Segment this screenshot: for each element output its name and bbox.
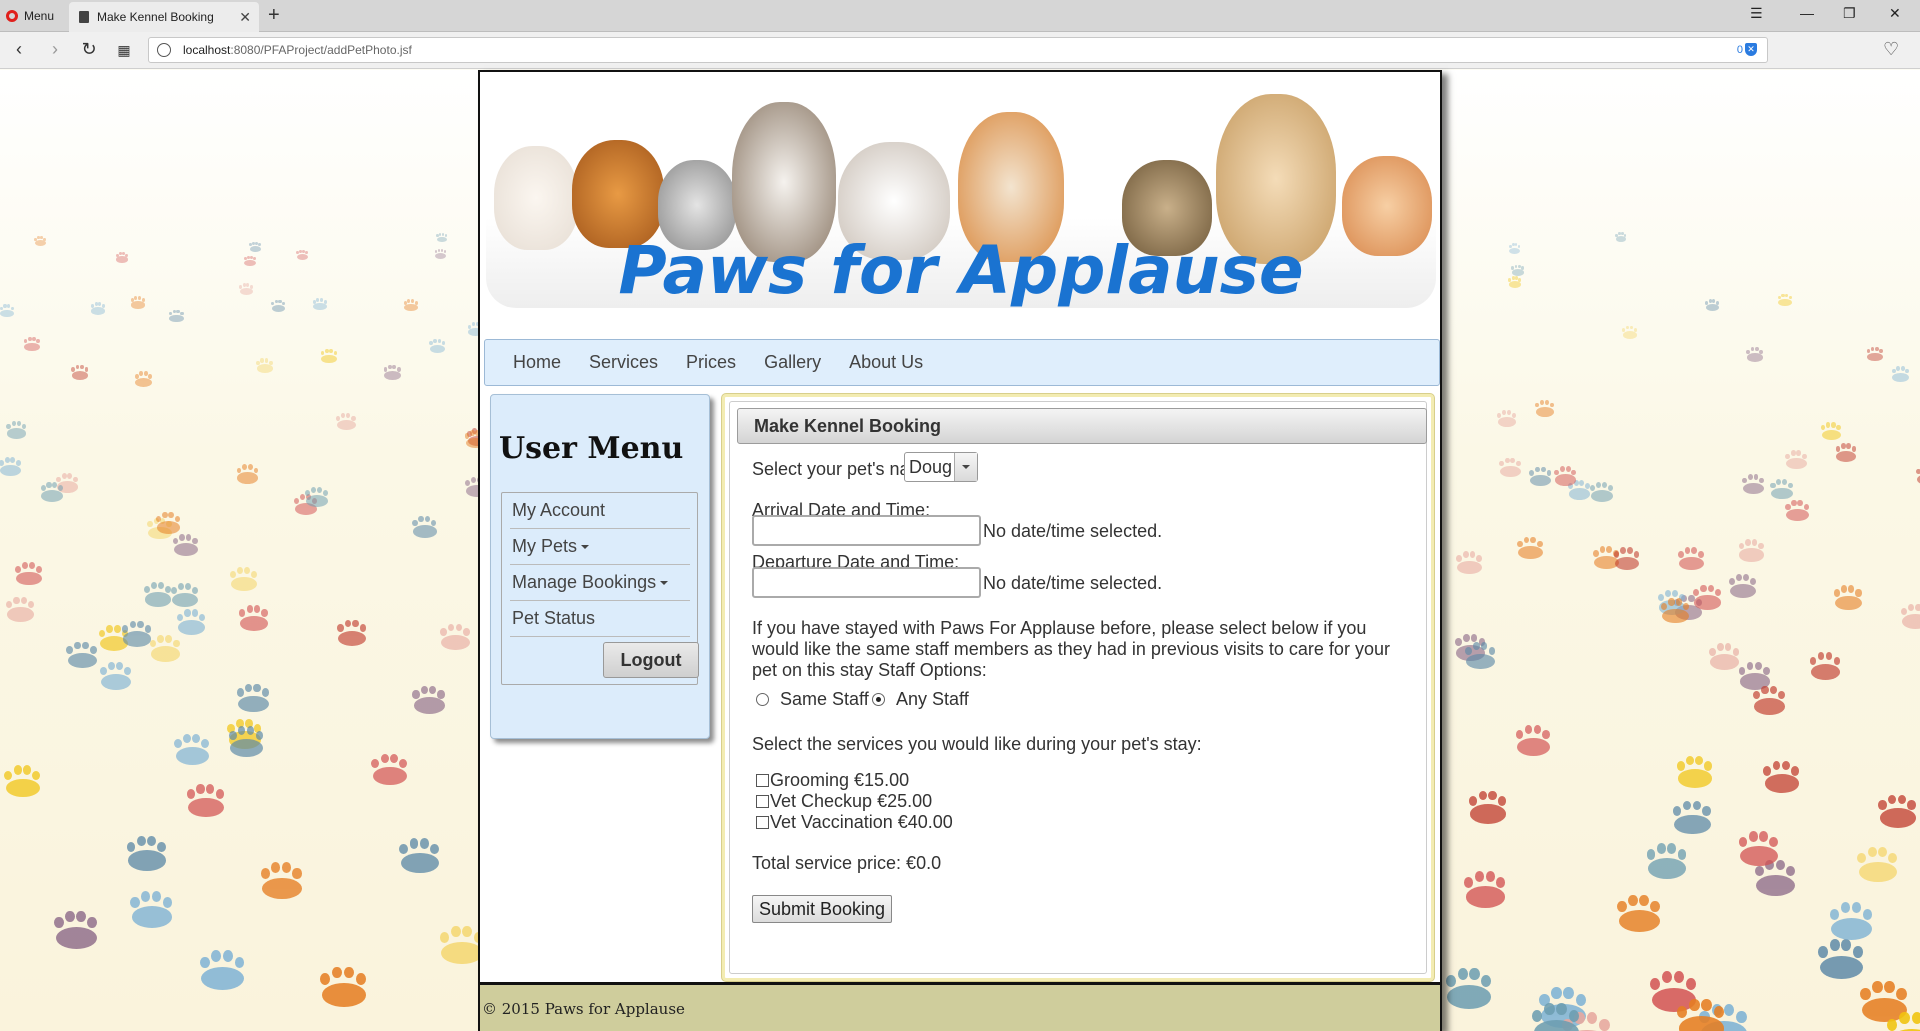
arrival-status: No date/time selected. <box>983 521 1163 541</box>
main-navigation: Home Services Prices Gallery About Us <box>484 339 1440 386</box>
back-icon[interactable]: ‹ <box>8 39 30 60</box>
logout-button[interactable]: Logout <box>603 642 699 678</box>
user-menu-title: User Menu <box>499 431 684 466</box>
services-label: Select the services you would like durin… <box>752 734 1202 754</box>
departure-datetime-input[interactable] <box>752 567 981 598</box>
departure-status: No date/time selected. <box>983 573 1163 593</box>
booking-form: Make Kennel Booking Select your pet's na… <box>729 401 1427 974</box>
user-menu-sidebar: User Menu My Account My Pets Manage Book… <box>490 394 710 739</box>
chevron-down-icon <box>955 453 977 481</box>
nav-gallery[interactable]: Gallery <box>750 352 835 373</box>
menu-item-manage-bookings[interactable]: Manage Bookings <box>510 565 690 601</box>
tab-menu-icon[interactable]: ☰ <box>1750 5 1763 22</box>
speed-dial-icon[interactable]: ▦ <box>113 42 135 59</box>
address-bar: ‹ › ↻ ▦ localhost :8080/PFAProject/addPe… <box>0 32 1920 69</box>
nav-home[interactable]: Home <box>499 352 575 373</box>
site-title: Paws for Applause <box>618 232 1304 308</box>
header-banner: Paws for Applause <box>486 82 1436 308</box>
shield-icon: ✕ <box>1745 43 1757 56</box>
menu-item-label: My Pets <box>512 536 578 556</box>
any-staff-radio[interactable] <box>872 693 885 706</box>
globe-icon <box>157 43 171 57</box>
nav-prices[interactable]: Prices <box>672 352 750 373</box>
browser-tab[interactable]: Make Kennel Booking ✕ <box>69 2 259 32</box>
caret-down-icon <box>581 544 590 549</box>
nav-services[interactable]: Services <box>575 352 672 373</box>
booking-panel: Make Kennel Booking Select your pet's na… <box>722 394 1434 981</box>
browser-tab-bar: Menu Make Kennel Booking ✕ + ☰ — ❐ ✕ <box>0 0 1920 32</box>
arrival-datetime-input[interactable] <box>752 515 981 546</box>
browser-menu-label: Menu <box>24 9 55 23</box>
vet-vaccination-label[interactable]: Vet Vaccination €40.00 <box>770 812 953 833</box>
page-icon <box>79 11 89 23</box>
menu-item-label: Manage Bookings <box>512 572 657 592</box>
menu-item-my-pets[interactable]: My Pets <box>510 529 690 565</box>
pet-name-select[interactable]: Doug <box>904 452 978 482</box>
user-menu-list: My Account My Pets Manage Bookings Pet S… <box>501 492 699 685</box>
grooming-label[interactable]: Grooming €15.00 <box>770 770 909 791</box>
ad-block-badge[interactable]: 0 ✕ <box>1737 43 1757 56</box>
tab-title: Make Kennel Booking <box>97 10 214 24</box>
any-staff-label[interactable]: Any Staff <box>896 689 969 710</box>
panel-title: Make Kennel Booking <box>737 408 1427 444</box>
menu-item-label: Pet Status <box>512 608 596 628</box>
caret-down-icon <box>660 580 669 585</box>
forward-icon[interactable]: › <box>44 39 66 60</box>
copyright-text: © 2015 Paws for Applause <box>482 1000 685 1018</box>
url-path: :8080/PFAProject/addPetPhoto.jsf <box>230 43 412 57</box>
total-price: Total service price: €0.0 <box>752 853 942 873</box>
vet-vaccination-checkbox[interactable] <box>756 816 769 829</box>
same-staff-label[interactable]: Same Staff <box>780 689 869 710</box>
grooming-checkbox[interactable] <box>756 774 769 787</box>
url-host: localhost <box>183 43 231 57</box>
menu-item-pet-status[interactable]: Pet Status <box>510 601 690 637</box>
new-tab-icon[interactable]: + <box>268 4 280 27</box>
same-staff-radio[interactable] <box>756 693 769 706</box>
close-tab-icon[interactable]: ✕ <box>239 9 251 26</box>
url-input[interactable]: localhost :8080/PFAProject/addPetPhoto.j… <box>148 37 1768 63</box>
vet-checkup-checkbox[interactable] <box>756 795 769 808</box>
nav-about-us[interactable]: About Us <box>835 352 937 373</box>
ad-block-count: 0 <box>1736 43 1743 56</box>
restore-icon[interactable]: ❐ <box>1843 5 1856 22</box>
pet-name-selected: Doug <box>905 453 955 481</box>
site-container: Paws for Applause Home Services Prices G… <box>478 70 1442 1031</box>
opera-logo-icon <box>6 10 18 22</box>
vet-checkup-label[interactable]: Vet Checkup €25.00 <box>770 791 932 812</box>
browser-menu-button[interactable]: Menu <box>6 7 54 25</box>
menu-item-label: My Account <box>512 500 606 520</box>
footer: © 2015 Paws for Applause <box>480 982 1440 1031</box>
heart-icon[interactable]: ♡ <box>1883 39 1899 60</box>
staff-options-text: If you have stayed with Paws For Applaus… <box>752 618 1390 680</box>
menu-item-my-account[interactable]: My Account <box>510 493 690 529</box>
minimize-icon[interactable]: — <box>1800 5 1814 21</box>
close-window-icon[interactable]: ✕ <box>1889 5 1901 22</box>
reload-icon[interactable]: ↻ <box>78 39 100 60</box>
submit-booking-button[interactable]: Submit Booking <box>752 895 892 923</box>
